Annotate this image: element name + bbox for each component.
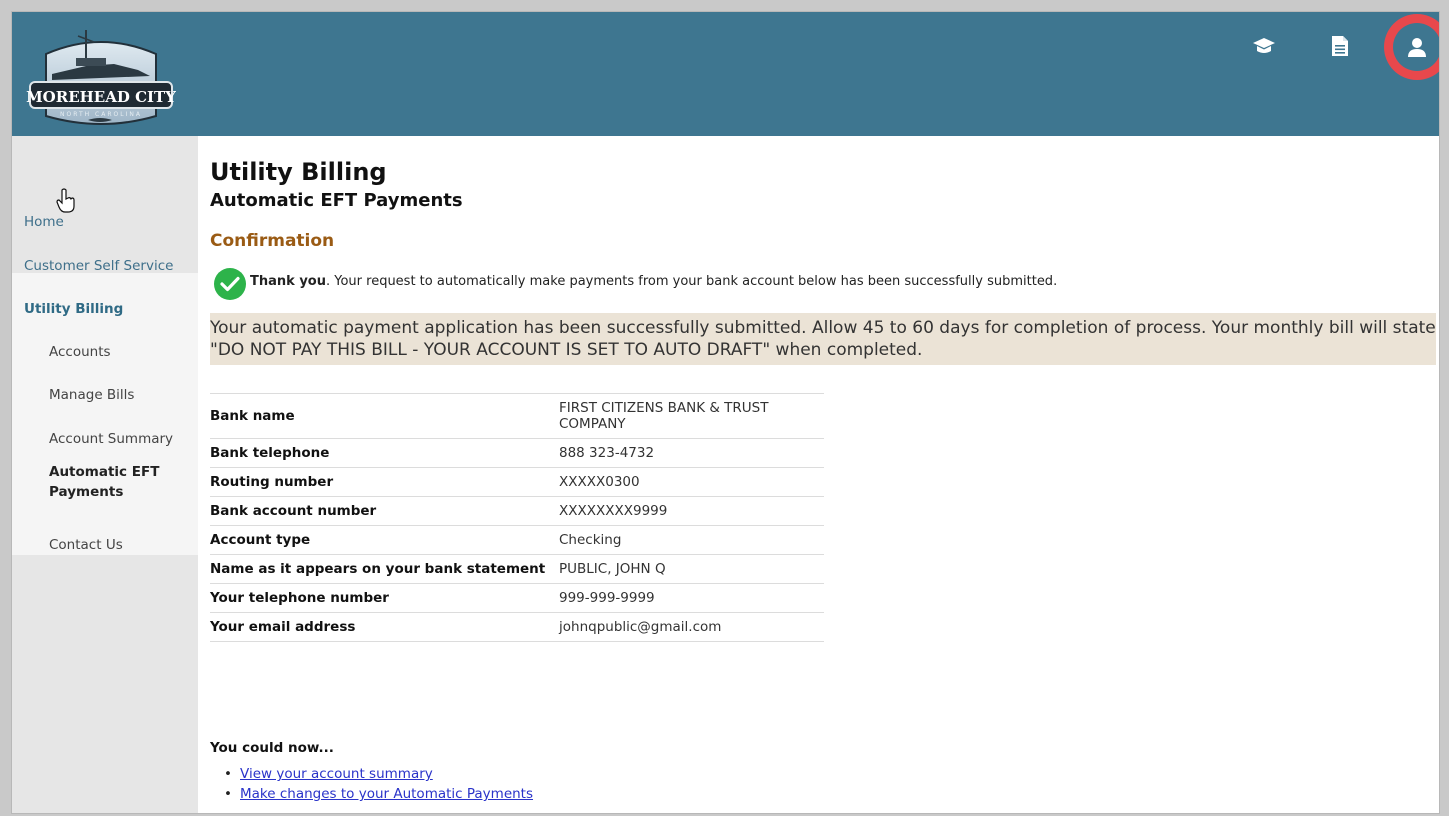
- document-icon[interactable]: [1324, 30, 1356, 62]
- logo-subtitle: NORTH CAROLINA: [60, 111, 142, 118]
- sidebar-item-utility-billing[interactable]: Utility Billing: [24, 301, 123, 317]
- table-row: Routing number XXXXX0300: [210, 467, 824, 497]
- table-row: Account type Checking: [210, 525, 824, 555]
- row-label: Bank account number: [210, 496, 559, 526]
- bank-details-table: Bank name FIRST CITIZENS BANK & TRUST CO…: [210, 393, 824, 642]
- section-heading: Confirmation: [210, 231, 335, 251]
- main-content: Utility Billing Automatic EFT Payments C…: [210, 136, 1439, 813]
- next-steps-heading: You could now...: [210, 740, 334, 756]
- table-row: Your email address johnqpublic@gmail.com: [210, 612, 824, 642]
- sidebar-item-contact-us[interactable]: Contact Us: [49, 537, 123, 553]
- table-row: Bank account number XXXXXXXX9999: [210, 496, 824, 526]
- list-item: Make changes to your Automatic Payments: [224, 784, 533, 804]
- sidebar-item-automatic-eft-payments[interactable]: Automatic EFT Payments: [49, 462, 179, 502]
- thank-you-text: . Your request to automatically make pay…: [325, 274, 1058, 289]
- sidebar-item-manage-bills[interactable]: Manage Bills: [49, 387, 134, 403]
- logo-text: MOREHEAD CITY: [26, 88, 176, 106]
- sidebar-item-account-summary[interactable]: Account Summary: [49, 431, 173, 447]
- sidebar-item-accounts[interactable]: Accounts: [49, 344, 111, 360]
- row-label: Your email address: [210, 612, 559, 642]
- notice-banner: Your automatic payment application has b…: [210, 313, 1436, 365]
- sidebar: Home Customer Self Service Utility Billi…: [12, 136, 198, 813]
- row-label: Name as it appears on your bank statemen…: [210, 554, 559, 584]
- row-label: Routing number: [210, 467, 559, 497]
- next-steps-list: View your account summary Make changes t…: [224, 764, 533, 804]
- table-row: Your telephone number 999-999-9999: [210, 583, 824, 613]
- success-check-icon: [214, 268, 246, 300]
- row-value: PUBLIC, JOHN Q: [559, 554, 824, 584]
- row-label: Account type: [210, 525, 559, 555]
- browser-frame: MOREHEAD CITY NORTH CAROLINA Home Custom…: [12, 12, 1439, 813]
- change-automatic-payments-link[interactable]: Make changes to your Automatic Payments: [240, 786, 533, 802]
- row-value: 888 323-4732: [559, 438, 824, 468]
- table-row: Bank telephone 888 323-4732: [210, 438, 824, 468]
- table-row: Name as it appears on your bank statemen…: [210, 554, 824, 584]
- page-subtitle: Automatic EFT Payments: [210, 190, 463, 211]
- row-value: johnqpublic@gmail.com: [559, 612, 824, 642]
- list-item: View your account summary: [224, 764, 533, 784]
- graduation-cap-icon[interactable]: [1248, 30, 1280, 62]
- morehead-city-logo[interactable]: MOREHEAD CITY NORTH CAROLINA: [26, 20, 176, 128]
- row-label: Bank name: [210, 393, 559, 439]
- view-account-summary-link[interactable]: View your account summary: [240, 766, 433, 782]
- thank-you-message: Thank you. Your request to automatically…: [250, 274, 1057, 289]
- site-header: MOREHEAD CITY NORTH CAROLINA: [12, 12, 1439, 136]
- thank-you-bold: Thank you: [250, 274, 326, 289]
- user-profile-icon[interactable]: [1393, 23, 1439, 71]
- sidebar-submenu: Utility Billing Accounts Manage Bills Ac…: [12, 273, 198, 555]
- row-label: Your telephone number: [210, 583, 559, 613]
- table-row: Bank name FIRST CITIZENS BANK & TRUST CO…: [210, 393, 824, 439]
- hand-cursor-icon: [56, 188, 76, 218]
- row-label: Bank telephone: [210, 438, 559, 468]
- row-value: FIRST CITIZENS BANK & TRUST COMPANY: [559, 393, 824, 439]
- sidebar-item-customer-self-service[interactable]: Customer Self Service: [24, 258, 173, 274]
- row-value: Checking: [559, 525, 824, 555]
- row-value: XXXXXXXX9999: [559, 496, 824, 526]
- row-value: XXXXX0300: [559, 467, 824, 497]
- profile-highlight: [1384, 14, 1439, 80]
- row-value: 999-999-9999: [559, 583, 824, 613]
- page-title: Utility Billing: [210, 158, 387, 186]
